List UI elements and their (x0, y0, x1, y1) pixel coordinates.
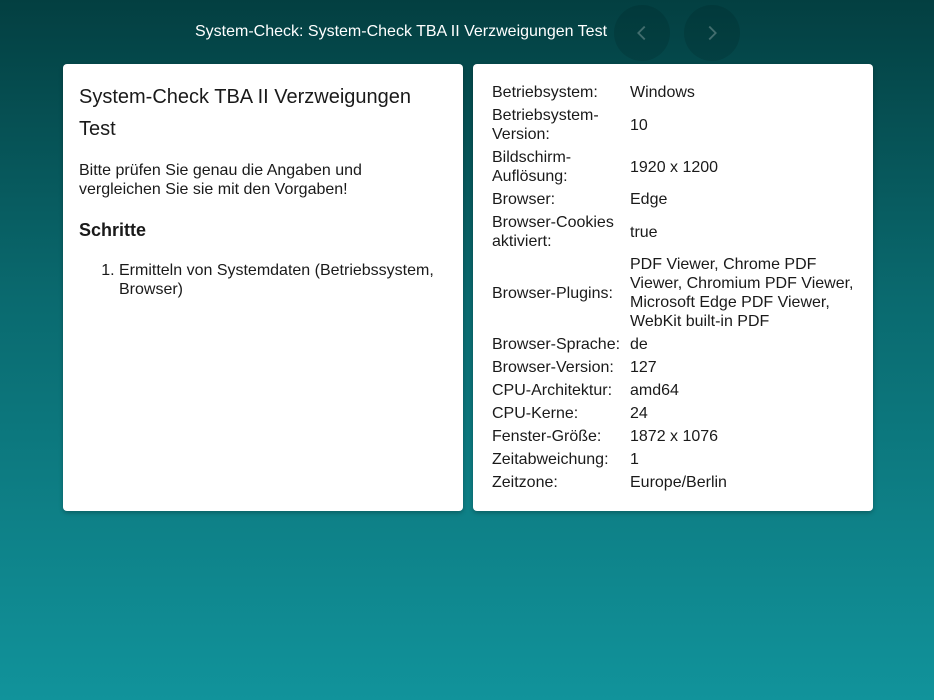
system-info-card: Betriebsystem: Windows Betriebsystem-Ver… (473, 64, 873, 511)
info-label: Betriebsystem: (492, 84, 598, 101)
info-label: Zeitzone: (492, 474, 558, 491)
page-title: System-Check: System-Check TBA II Verzwe… (195, 23, 608, 40)
info-value: 1872 x 1076 (630, 428, 719, 445)
info-row-cookies: Browser-Cookies aktiviert: true (492, 211, 859, 253)
info-value: 10 (630, 116, 648, 134)
info-value: de (630, 336, 648, 353)
info-value: 127 (630, 359, 657, 376)
info-value: 24 (630, 405, 648, 422)
next-button[interactable] (684, 5, 740, 61)
instructions-card: System-Check TBA II Verzweigungen Test B… (63, 64, 463, 511)
info-value: 1920 x 1200 (630, 158, 719, 176)
steps-heading: Schritte (79, 220, 147, 240)
info-label: Betriebsystem-Version: (492, 107, 599, 143)
steps-list: Ermitteln von Systemdaten (Betriebssyste… (79, 261, 447, 299)
info-label: Bildschirm-Auflösung: (492, 149, 572, 185)
header-bar: System-Check: System-Check TBA II Verzwe… (0, 0, 934, 64)
info-row-timezone: Zeitzone: Europe/Berlin (492, 471, 859, 494)
chevron-left-icon (637, 25, 646, 41)
info-value: PDF Viewer, Chrome PDF Viewer, Chromium … (630, 256, 854, 330)
card-title: System-Check TBA II Verzweigungen Test (79, 86, 412, 140)
info-row-cpu-arch: CPU-Architektur: amd64 (492, 379, 859, 402)
info-label: CPU-Kerne: (492, 405, 579, 422)
info-label: Browser-Sprache: (492, 336, 621, 353)
info-row-browser: Browser: Edge (492, 188, 859, 211)
info-label: Browser-Version: (492, 359, 614, 376)
info-label: Browser: (492, 191, 556, 208)
info-value: Europe/Berlin (630, 474, 727, 491)
info-row-cpu-cores: CPU-Kerne: 24 (492, 402, 859, 425)
system-info-table: Betriebsystem: Windows Betriebsystem-Ver… (492, 81, 859, 494)
info-value: true (630, 223, 658, 241)
info-row-window-size: Fenster-Größe: 1872 x 1076 (492, 425, 859, 448)
info-label: Fenster-Größe: (492, 428, 602, 445)
chevron-right-icon (708, 25, 717, 41)
info-label: Browser-Cookies aktiviert: (492, 214, 614, 250)
info-label: CPU-Architektur: (492, 382, 613, 399)
card-description: Bitte prüfen Sie genau die Angaben und v… (79, 162, 362, 198)
info-row-time-offset: Zeitabweichung: 1 (492, 448, 859, 471)
info-value: amd64 (630, 382, 679, 399)
info-value: Windows (630, 84, 695, 101)
info-row-browser-version: Browser-Version: 127 (492, 356, 859, 379)
info-row-os-version: Betriebsystem-Version: 10 (492, 104, 859, 146)
info-row-language: Browser-Sprache: de (492, 333, 859, 356)
info-label: Zeitabweichung: (492, 451, 609, 468)
info-label: Browser-Plugins: (492, 284, 613, 302)
step-item: Ermitteln von Systemdaten (Betriebssyste… (119, 261, 447, 299)
info-row-plugins: Browser-Plugins: PDF Viewer, Chrome PDF … (492, 253, 859, 333)
info-value: Edge (630, 191, 668, 208)
info-row-os: Betriebsystem: Windows (492, 81, 859, 104)
info-value: 1 (630, 451, 639, 468)
info-row-resolution: Bildschirm-Auflösung: 1920 x 1200 (492, 146, 859, 188)
previous-button[interactable] (614, 5, 670, 61)
